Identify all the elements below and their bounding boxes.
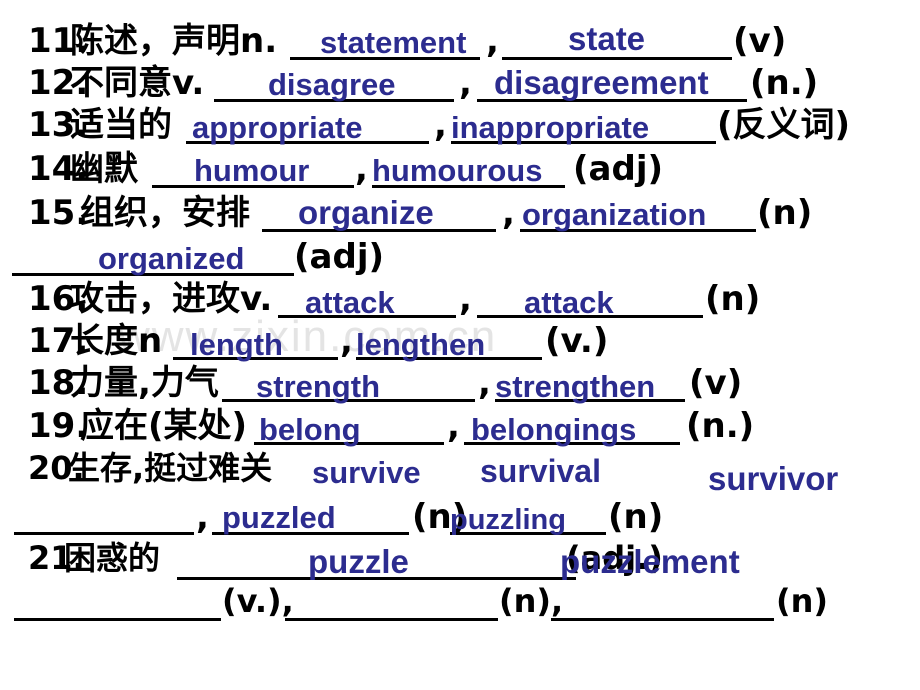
item-21-blank-4 bbox=[285, 618, 498, 621]
item-13-answer-2: inappropriate bbox=[451, 110, 650, 145]
item-12-tag: (n.) bbox=[750, 63, 819, 103]
item-11-answer-2: state bbox=[568, 20, 646, 57]
item-16-answer-1: attack bbox=[305, 285, 395, 320]
item-15-comma-1: , bbox=[502, 193, 515, 233]
item-14-tag: (adj) bbox=[573, 149, 664, 189]
item-21-tag-4: (n) bbox=[776, 582, 829, 620]
item-21-prompt: 困惑的 bbox=[64, 539, 161, 577]
item-16-prompt: 攻击，进攻v. bbox=[70, 279, 273, 319]
item-21-blank-2 bbox=[450, 577, 576, 580]
item-13-tag: (反义词) bbox=[717, 105, 851, 145]
item-17-answer-2: lengthen bbox=[356, 327, 486, 362]
item-16-comma-1: , bbox=[459, 279, 472, 319]
item-20-answer-3: survivor bbox=[708, 460, 839, 497]
item-11-comma-1: , bbox=[486, 21, 499, 61]
item-12-answer-1: disagree bbox=[268, 67, 396, 102]
item-17-comma-1: , bbox=[340, 321, 353, 361]
item-13-comma-1: , bbox=[434, 105, 447, 145]
item-18-answer-2: strengthen bbox=[495, 369, 656, 404]
item-20-answer-5: puzzling bbox=[450, 504, 566, 536]
item-19-comma-1: , bbox=[447, 406, 460, 446]
item-19-answer-1: belong bbox=[259, 412, 361, 447]
item-13-prompt: 适当的 bbox=[70, 105, 172, 145]
item-21-blank-5 bbox=[551, 618, 774, 621]
item-16-tag: (n) bbox=[705, 279, 761, 319]
item-20-answer-1: survive bbox=[312, 455, 421, 490]
slide-canvas: www.zixin.com.cn 11. 陈述，声明n. statement ,… bbox=[0, 0, 920, 690]
item-15-answer-3: organized bbox=[98, 241, 245, 276]
item-15-prompt: 组织，安排 bbox=[80, 193, 250, 233]
item-21-tag-2: (v.), bbox=[222, 582, 294, 620]
item-14-prompt: 幽默 bbox=[70, 149, 138, 189]
item-19-tag: (n.) bbox=[686, 406, 755, 446]
item-19-prompt: 应在(某处) bbox=[80, 406, 248, 446]
item-12-comma-1: , bbox=[459, 63, 472, 103]
item-15-answer-2: organization bbox=[522, 197, 707, 232]
item-21-answer-2: puzzlement bbox=[560, 543, 740, 580]
item-21-answer-1: puzzle bbox=[308, 543, 409, 580]
item-19-answer-2: belongings bbox=[471, 412, 637, 447]
item-20-prompt: 生存,挺过难关 bbox=[68, 449, 273, 487]
item-20-blank-1 bbox=[14, 532, 194, 535]
item-11-blank-2 bbox=[502, 57, 732, 60]
item-21-tag-3: (n), bbox=[499, 582, 564, 620]
item-14-comma-1: , bbox=[355, 149, 368, 189]
item-18-tag: (v) bbox=[689, 363, 743, 403]
item-18-prompt: 力量,力气 bbox=[70, 363, 219, 403]
item-16-answer-2: attack bbox=[524, 285, 614, 320]
item-18-comma-1: , bbox=[478, 363, 491, 403]
item-20-comma-1: , bbox=[196, 497, 209, 537]
item-17-tag: (v.) bbox=[545, 321, 609, 361]
item-15-tag-1: (n) bbox=[757, 193, 813, 233]
item-11-prompt: 陈述，声明n. bbox=[70, 21, 278, 61]
item-12-prompt: 不同意v. bbox=[70, 63, 205, 103]
item-17-answer-1: length bbox=[190, 327, 283, 362]
item-18-answer-1: strength bbox=[256, 369, 380, 404]
item-13-answer-1: appropriate bbox=[192, 110, 363, 145]
item-20-answer-2: survival bbox=[480, 453, 601, 489]
item-12-answer-2: disagreement bbox=[494, 64, 709, 101]
item-20-answer-4: puzzled bbox=[222, 500, 336, 535]
item-14-answer-1: humour bbox=[194, 153, 310, 188]
item-15-answer-1: organize bbox=[298, 194, 434, 231]
item-15-tag-2: (adj) bbox=[294, 237, 385, 277]
item-11-tag: (v) bbox=[733, 21, 787, 61]
item-17-prompt: 长度n bbox=[70, 321, 163, 361]
item-11-answer-1: statement bbox=[320, 25, 467, 60]
item-21-blank-3 bbox=[14, 618, 221, 621]
item-20-tag-2: (n) bbox=[608, 497, 664, 537]
item-14-answer-2: humourous bbox=[372, 153, 543, 188]
